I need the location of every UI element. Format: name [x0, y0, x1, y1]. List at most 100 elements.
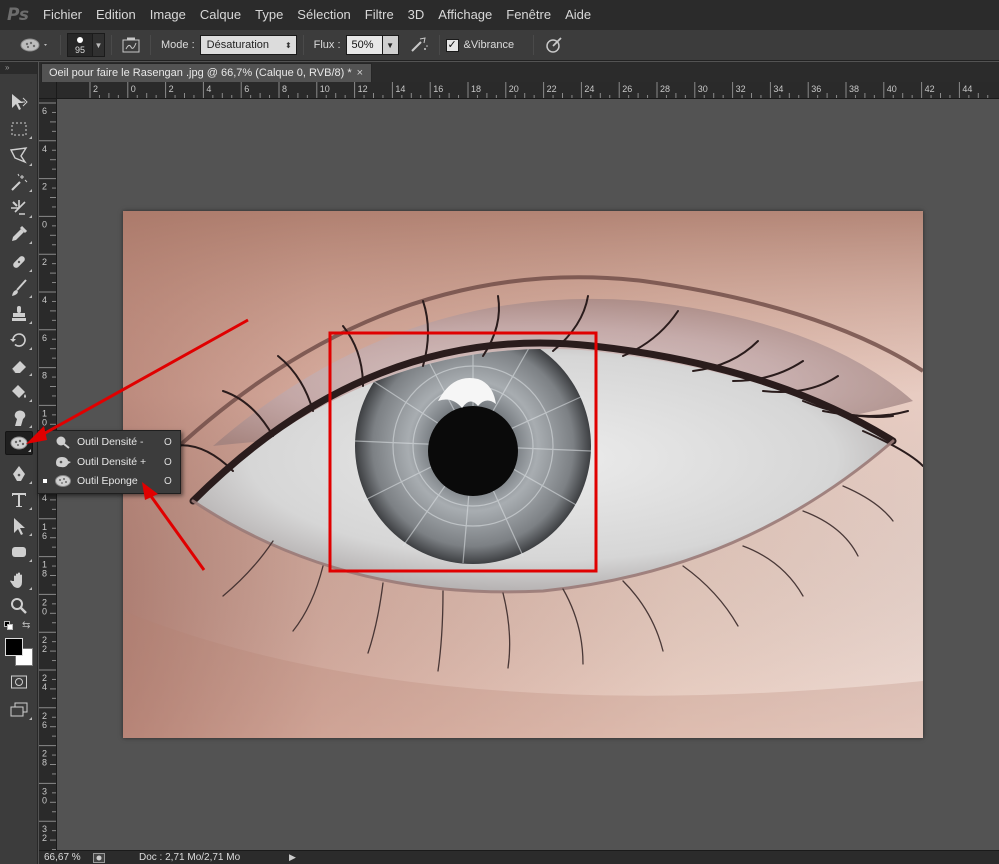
horizontal-ruler-ticks: 2 0 2 4 6 8 10 12 14 16 18 20 22 24 26 28 30 32 34 36 38 40 42…	[89, 82, 989, 98]
tool-preset-picker[interactable]	[14, 33, 54, 57]
burn-icon	[52, 455, 74, 469]
menu-3d[interactable]: 3D	[401, 0, 432, 30]
flux-label: Flux :	[313, 39, 341, 51]
flux-input[interactable]: 50%	[345, 35, 383, 55]
eraser-icon	[11, 361, 26, 374]
pen-icon	[13, 466, 25, 481]
flyout-item-dodge[interactable]: Outil Densité - O	[38, 432, 180, 452]
ruler-label: 32	[736, 84, 746, 94]
ruler-label: 18	[471, 84, 481, 94]
tools-panel: » ⇆	[0, 62, 38, 864]
ruler-label: 24	[584, 84, 594, 94]
flyout-item-burn[interactable]: Outil Densité + O	[38, 452, 180, 472]
magnifier-icon	[11, 598, 27, 614]
menu-image[interactable]: Image	[143, 0, 193, 30]
toning-tools-flyout: Outil Densité - O Outil Densité + O Outi…	[37, 430, 181, 494]
sponge-tool[interactable]	[5, 431, 33, 455]
shape-tool[interactable]	[5, 540, 33, 564]
blur-tool[interactable]	[5, 406, 33, 430]
marquee-tool[interactable]	[5, 117, 33, 141]
ruler-label: 4	[206, 84, 211, 94]
menu-calque[interactable]: Calque	[193, 0, 248, 30]
quick-mask-button[interactable]	[5, 670, 33, 694]
hand-icon	[10, 572, 22, 588]
brush-dropdown-arrow[interactable]: ▼	[93, 33, 105, 57]
brush-panel-button[interactable]	[118, 34, 144, 56]
paint-bucket-tool[interactable]	[5, 380, 33, 404]
ruler-label: 6	[42, 531, 47, 541]
polygon-lasso-icon	[9, 147, 28, 164]
airbrush-button[interactable]	[405, 34, 433, 56]
brush-size-picker[interactable]: 95	[67, 33, 93, 57]
pressure-button[interactable]	[540, 34, 568, 56]
ruler-label: 4	[42, 144, 47, 154]
document-tab[interactable]: Oeil pour faire le Rasengan .jpg @ 66,7%…	[41, 63, 373, 82]
ruler-label: 28	[660, 84, 670, 94]
default-colors-icon[interactable]	[4, 621, 14, 631]
menu-affichage[interactable]: Affichage	[431, 0, 499, 30]
history-brush-tool[interactable]	[5, 328, 33, 352]
ruler-label: 6	[244, 84, 249, 94]
eyedropper-tool[interactable]	[5, 222, 33, 246]
toolbar-collapse-handle[interactable]: »	[0, 62, 37, 74]
lasso-tool[interactable]	[5, 144, 33, 168]
path-selection-tool[interactable]	[5, 514, 33, 538]
mode-label: Mode :	[161, 39, 195, 51]
menu-selection[interactable]: Sélection	[290, 0, 357, 30]
menu-edition[interactable]: Edition	[89, 0, 143, 30]
photoshop-logo: Ps	[7, 5, 29, 25]
crop-tool[interactable]	[5, 196, 33, 220]
magic-wand-tool[interactable]	[5, 170, 33, 194]
eraser-tool[interactable]	[5, 354, 33, 378]
flux-dropdown[interactable]: ▼	[382, 35, 399, 55]
menu-type[interactable]: Type	[248, 0, 290, 30]
stamp-icon	[12, 306, 26, 321]
foreground-color-swatch[interactable]	[5, 638, 23, 656]
type-tool[interactable]	[5, 488, 33, 512]
menu-filtre[interactable]: Filtre	[358, 0, 401, 30]
ruler-label: 20	[509, 84, 519, 94]
separator	[150, 35, 151, 55]
status-info-icon[interactable]	[91, 852, 107, 864]
zoom-tool[interactable]	[5, 594, 33, 618]
pressure-icon	[546, 37, 562, 53]
ruler-label: 8	[42, 371, 47, 381]
screen-mode-button[interactable]	[5, 698, 33, 722]
clone-stamp-tool[interactable]	[5, 302, 33, 326]
menu-fenetre[interactable]: Fenêtre	[499, 0, 558, 30]
ruler-label: 8	[282, 84, 287, 94]
mode-select[interactable]: Désaturation ⬍	[199, 35, 297, 55]
ruler-label: 2	[42, 182, 47, 192]
crop-icon	[11, 200, 26, 215]
document-canvas-image[interactable]	[123, 211, 923, 738]
menu-aide[interactable]: Aide	[558, 0, 598, 30]
dodge-icon	[52, 435, 74, 449]
flyout-item-label: Outil Eponge	[77, 475, 138, 487]
path-select-arrow-icon	[14, 518, 25, 535]
menu-fichier[interactable]: Fichier	[36, 0, 89, 30]
separator	[302, 35, 304, 55]
flyout-item-shortcut: O	[164, 456, 172, 468]
ruler-origin[interactable]	[39, 82, 57, 99]
flyout-item-sponge[interactable]: Outil Eponge O	[38, 471, 180, 491]
ruler-label: 22	[547, 84, 557, 94]
vibrance-checkbox[interactable]: ✓	[445, 38, 459, 52]
brush-tool[interactable]	[5, 276, 33, 300]
ruler-label: 4	[42, 493, 47, 503]
hand-tool[interactable]	[5, 568, 33, 592]
close-tab-icon[interactable]: ×	[357, 67, 363, 79]
ruler-label: 0	[42, 417, 47, 427]
paint-bucket-icon	[12, 385, 26, 398]
healing-brush-tool[interactable]	[5, 250, 33, 274]
quick-mask-icon	[11, 675, 27, 689]
flyout-selected-bullet	[38, 479, 52, 483]
menu-bar: Ps Fichier Edition Image Calque Type Sél…	[0, 0, 999, 30]
swap-colors-icon[interactable]: ⇆	[22, 620, 30, 631]
status-menu-arrow[interactable]: ▶	[289, 852, 296, 863]
move-tool[interactable]	[5, 90, 33, 114]
pen-tool[interactable]	[5, 462, 33, 486]
horizontal-ruler[interactable]: 2 0 2 4 6 8 10 12 14 16 18 20 22 24 26 28 30 32 34 36 38 40 42…	[57, 82, 999, 99]
zoom-level-field[interactable]: 66,67 %	[39, 852, 89, 863]
ruler-label: 30	[698, 84, 708, 94]
screen-mode-icon	[10, 702, 28, 717]
